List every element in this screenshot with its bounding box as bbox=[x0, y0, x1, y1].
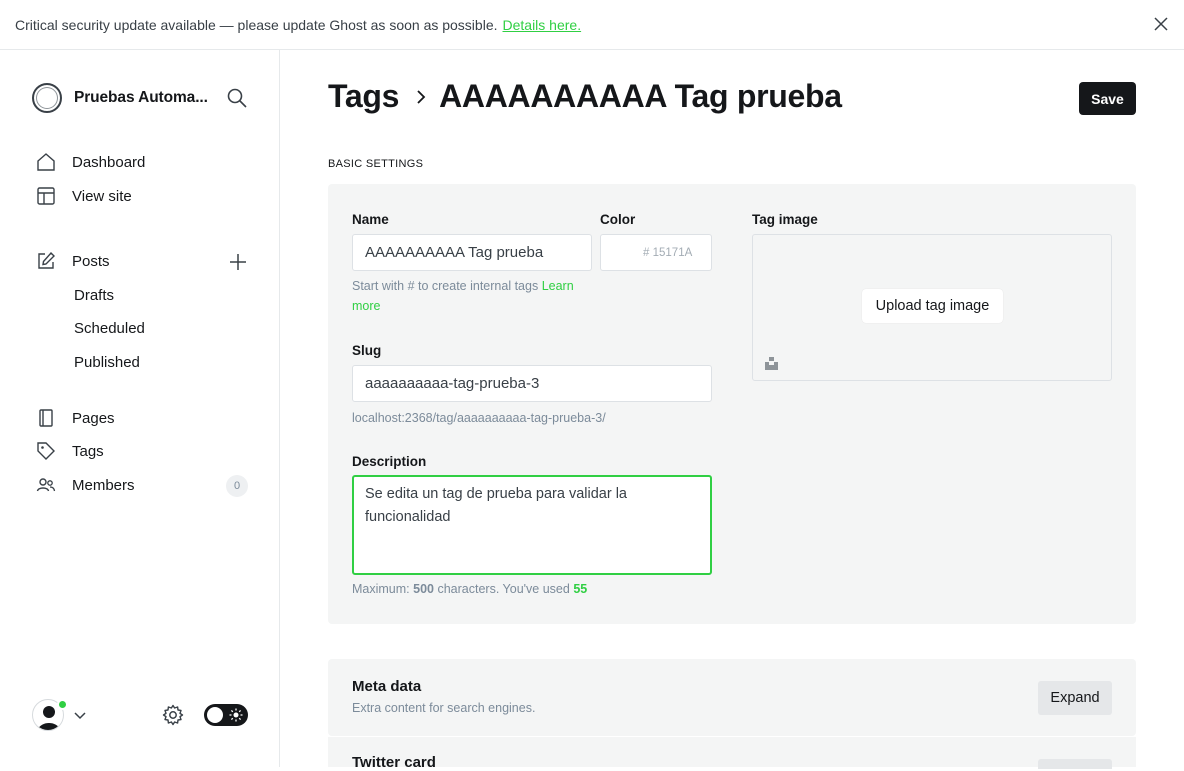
site-logo bbox=[32, 83, 62, 113]
dark-mode-toggle[interactable] bbox=[204, 704, 248, 726]
edit-icon bbox=[38, 251, 55, 269]
card-subtitle: Extra content for search engines. bbox=[352, 701, 536, 715]
banner-message: Critical security update available — ple… bbox=[15, 16, 498, 33]
twitter-card: Twitter card bbox=[328, 737, 1136, 771]
chevron-down-icon[interactable] bbox=[73, 708, 87, 722]
description-textarea[interactable] bbox=[352, 475, 712, 575]
sidebar-item-scheduled[interactable]: Scheduled bbox=[74, 320, 145, 337]
card-title: Twitter card bbox=[352, 754, 436, 771]
sidebar-item-label: Dashboard bbox=[72, 153, 146, 171]
sidebar-item-label: Pages bbox=[72, 409, 115, 427]
description-counter: Maximum: 500 characters. You've used 55 bbox=[352, 582, 588, 596]
slug-label: Slug bbox=[352, 343, 382, 358]
name-hint: Start with # to create internal tags Lea… bbox=[352, 279, 574, 313]
search-icon[interactable] bbox=[226, 87, 248, 109]
tag-icon bbox=[37, 442, 55, 460]
toggle-knob bbox=[207, 707, 223, 723]
page-title: AAAAAAAAAA Tag prueba bbox=[439, 78, 842, 114]
sidebar-item-label: View site bbox=[72, 187, 132, 205]
description-label: Description bbox=[352, 454, 427, 469]
page-icon bbox=[39, 409, 53, 427]
members-icon bbox=[36, 478, 56, 492]
breadcrumb-tags-link[interactable]: Tags bbox=[328, 78, 399, 115]
slug-input[interactable]: aaaaaaaaaa-tag-prueba-3 bbox=[352, 365, 712, 402]
online-status-dot bbox=[57, 699, 68, 710]
sidebar: Pruebas Automa... Dashboard View site Po… bbox=[0, 50, 280, 767]
upload-tag-image-button[interactable]: Upload tag image bbox=[862, 289, 1003, 323]
expand-button[interactable] bbox=[1038, 759, 1112, 769]
breadcrumb: Tags AAAAAAAAAA Tag prueba bbox=[328, 78, 842, 115]
layout-icon bbox=[37, 187, 55, 205]
sidebar-item-label: Posts bbox=[72, 252, 110, 270]
name-input[interactable]: AAAAAAAAAA Tag prueba bbox=[352, 234, 592, 271]
sidebar-item-dashboard[interactable]: Dashboard bbox=[36, 148, 145, 176]
sidebar-item-pages[interactable]: Pages bbox=[36, 404, 115, 432]
sidebar-item-members[interactable]: Members bbox=[36, 471, 135, 499]
color-label: Color bbox=[600, 212, 636, 227]
add-post-icon[interactable] bbox=[228, 252, 248, 272]
site-header[interactable]: Pruebas Automa... bbox=[32, 83, 208, 113]
meta-data-card: Meta data Extra content for search engin… bbox=[328, 659, 1136, 736]
tag-image-dropzone[interactable]: Upload tag image bbox=[752, 234, 1112, 381]
unsplash-icon[interactable] bbox=[765, 357, 778, 370]
slug-url: localhost:2368/tag/aaaaaaaaaa-tag-prueba… bbox=[352, 411, 606, 425]
sidebar-item-tags[interactable]: Tags bbox=[36, 437, 104, 465]
card-title: Meta data bbox=[352, 678, 422, 695]
site-title: Pruebas Automa... bbox=[74, 89, 208, 106]
save-button[interactable]: Save bbox=[1079, 82, 1136, 115]
color-placeholder: 15171A bbox=[652, 246, 693, 259]
color-hash: # bbox=[643, 246, 650, 259]
sidebar-item-published[interactable]: Published bbox=[74, 354, 140, 371]
section-label: BASIC SETTINGS bbox=[328, 158, 424, 170]
update-banner: Critical security update available — ple… bbox=[0, 0, 1184, 50]
banner-details-link[interactable]: Details here. bbox=[503, 17, 582, 33]
color-swatch[interactable] bbox=[600, 234, 638, 271]
sun-icon bbox=[229, 708, 243, 722]
sidebar-item-drafts[interactable]: Drafts bbox=[74, 287, 114, 304]
chevron-right-icon bbox=[417, 89, 426, 104]
home-icon bbox=[37, 153, 55, 171]
sidebar-item-label: Members bbox=[72, 476, 135, 494]
gear-icon[interactable] bbox=[161, 703, 185, 727]
sidebar-item-label: Tags bbox=[72, 442, 104, 460]
sidebar-item-posts[interactable]: Posts bbox=[36, 247, 110, 275]
sidebar-item-view-site[interactable]: View site bbox=[36, 182, 132, 210]
expand-button[interactable]: Expand bbox=[1038, 681, 1112, 715]
basic-settings-panel: Name AAAAAAAAAA Tag prueba Start with # … bbox=[328, 184, 1136, 624]
name-label: Name bbox=[352, 212, 389, 227]
close-icon[interactable] bbox=[1152, 15, 1170, 33]
members-count-badge: 0 bbox=[226, 475, 248, 497]
color-input[interactable]: # 15171A bbox=[637, 234, 712, 271]
tag-image-label: Tag image bbox=[752, 212, 818, 227]
